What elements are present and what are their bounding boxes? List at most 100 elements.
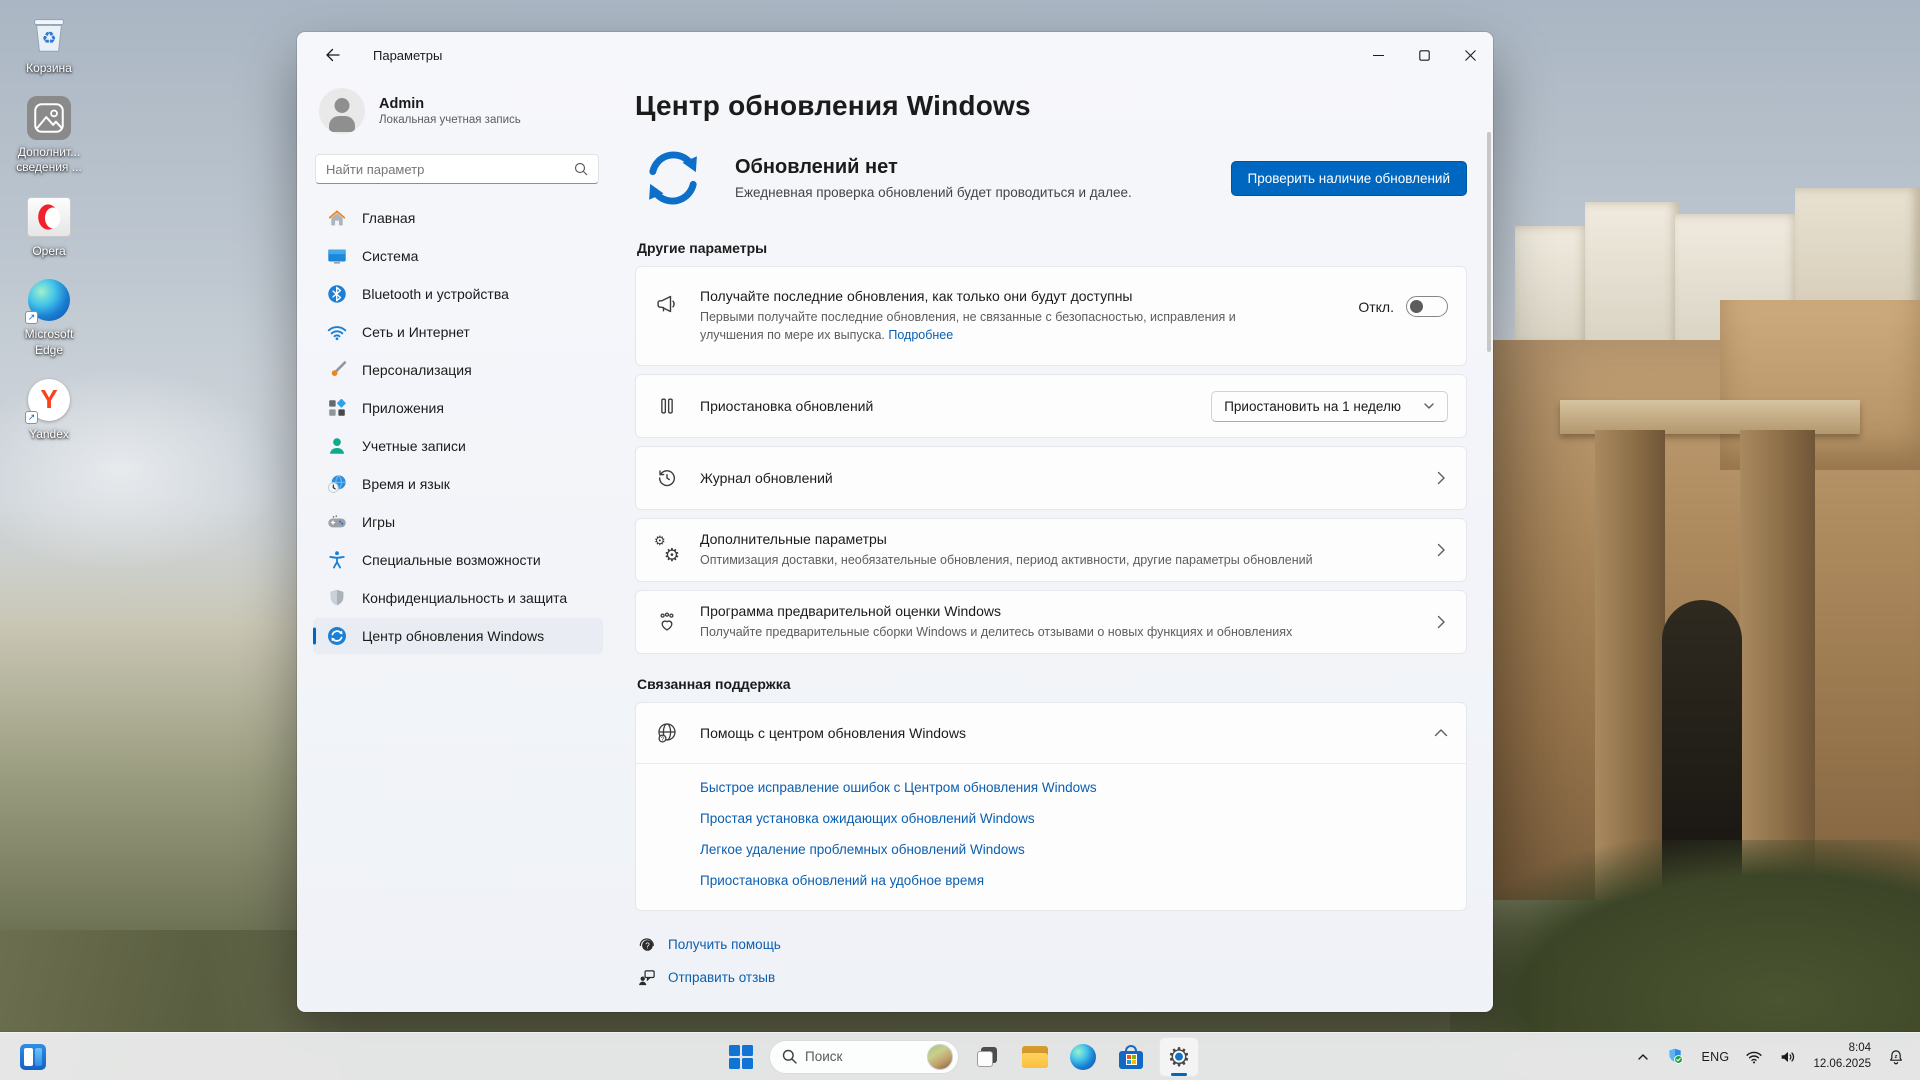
system-icon	[325, 245, 348, 268]
insider-program-icon	[654, 610, 680, 634]
update-status-subtext: Ежедневная проверка обновлений будет про…	[735, 185, 1203, 200]
card-pause-updates[interactable]: Приостановка обновлений Приостановить на…	[635, 374, 1467, 438]
card-update-history[interactable]: Журнал обновлений	[635, 446, 1467, 510]
edge-button[interactable]	[1063, 1037, 1103, 1077]
wifi-tray-icon[interactable]	[1738, 1037, 1770, 1077]
sidebar-item-label: Учетные записи	[362, 438, 466, 454]
globe-help-icon: ?	[654, 721, 680, 745]
help-expander-title: Помощь с центром обновления Windows	[700, 725, 1434, 741]
sidebar-item-accessibility[interactable]: Специальные возможности	[313, 542, 603, 578]
help-link[interactable]: Быстрое исправление ошибок с Центром обн…	[700, 780, 1448, 795]
sidebar-item-gaming[interactable]: Игры	[313, 504, 603, 540]
task-view-button[interactable]	[967, 1037, 1007, 1077]
support-footer: ? Получить помощь Отправить отзыв	[635, 935, 1467, 987]
section-label-other: Другие параметры	[637, 240, 1467, 256]
sidebar-item-system[interactable]: Система	[313, 238, 603, 274]
system-tray: ENG 8:04 12.06.2025 z	[1629, 1033, 1912, 1080]
apps-icon	[325, 397, 348, 420]
card-advanced-options[interactable]: ⚙ ⚙ Дополнительные параметры Оптимизация…	[635, 518, 1467, 582]
sidebar-item-apps[interactable]: Приложения	[313, 390, 603, 426]
sidebar-item-network-internet[interactable]: Сеть и Интернет	[313, 314, 603, 350]
windows-update-page: Центр обновления Windows Обновлений нет …	[615, 78, 1493, 1012]
opera-icon	[25, 193, 73, 241]
edge-icon: ↗	[25, 276, 73, 324]
card-description: Оптимизация доставки, необязательные обн…	[700, 551, 1434, 569]
help-link[interactable]: Простая установка ожидающих обновлений W…	[700, 811, 1448, 826]
card-title: Приостановка обновлений	[700, 398, 1211, 414]
close-button[interactable]	[1447, 32, 1493, 78]
file-explorer-button[interactable]	[1015, 1037, 1055, 1077]
desktop-icon-recycle-bin[interactable]: ♻ Корзина	[6, 10, 92, 77]
help-link[interactable]: Приостановка обновлений на удобное время	[700, 873, 1448, 888]
latest-updates-toggle[interactable]	[1406, 296, 1448, 317]
sidebar-item-personalization[interactable]: Персонализация	[313, 352, 603, 388]
card-description: Первыми получайте последние обновления, …	[700, 310, 1236, 342]
sidebar-item-label: Специальные возможности	[362, 552, 541, 568]
widgets-icon	[20, 1044, 46, 1070]
svg-text:?: ?	[661, 736, 665, 743]
desktop-icon-opera[interactable]: Opera	[6, 193, 92, 260]
wallpaper-bridge-deck	[1560, 400, 1860, 434]
start-button[interactable]	[721, 1037, 761, 1077]
minimize-button[interactable]	[1355, 32, 1401, 78]
tray-overflow-button[interactable]	[1629, 1037, 1657, 1077]
pause-duration-dropdown[interactable]: Приостановить на 1 неделю	[1211, 391, 1448, 422]
widgets-button[interactable]	[14, 1038, 52, 1076]
learn-more-link[interactable]: Подробнее	[888, 328, 953, 342]
window-scrollbar[interactable]	[1487, 132, 1491, 352]
user-name: Admin	[379, 96, 521, 112]
maximize-button[interactable]	[1401, 32, 1447, 78]
desktop-icon-label: Дополнит... сведения ...	[16, 145, 82, 176]
recycle-bin-icon: ♻	[25, 10, 73, 58]
get-help-link[interactable]: ? Получить помощь	[637, 935, 1467, 954]
notification-bell-button[interactable]: z	[1880, 1037, 1912, 1077]
settings-button[interactable]: ⚙	[1159, 1037, 1199, 1077]
windows-update-icon	[325, 625, 348, 648]
taskbar-search[interactable]: Поиск	[769, 1040, 959, 1074]
check-updates-button[interactable]: Проверить наличие обновлений	[1231, 161, 1467, 196]
yandex-icon: Y ↗	[25, 376, 73, 424]
sidebar-item-home[interactable]: Главная	[313, 200, 603, 236]
help-expander-header[interactable]: ? Помощь с центром обновления Windows	[636, 703, 1466, 763]
sidebar-item-accounts[interactable]: Учетные записи	[313, 428, 603, 464]
send-feedback-link[interactable]: Отправить отзыв	[637, 968, 1467, 987]
card-insider-program[interactable]: Программа предварительной оценки Windows…	[635, 590, 1467, 654]
clock[interactable]: 8:04 12.06.2025	[1806, 1037, 1878, 1077]
desktop-icon-yandex[interactable]: Y ↗ Yandex	[6, 376, 92, 443]
desktop-icon-additional-info[interactable]: Дополнит... сведения ...	[6, 94, 92, 176]
volume-tray-icon[interactable]	[1772, 1037, 1804, 1077]
gamepad-icon	[325, 511, 348, 534]
sidebar-item-label: Система	[362, 248, 418, 264]
search-highlight-image	[927, 1044, 953, 1070]
help-link[interactable]: Легкое удаление проблемных обновлений Wi…	[700, 842, 1448, 857]
bluetooth-icon	[325, 283, 348, 306]
chevron-up-icon	[1636, 1050, 1650, 1064]
sidebar-item-privacy-security[interactable]: Конфиденциальность и защита	[313, 580, 603, 616]
sidebar-item-label: Приложения	[362, 400, 444, 416]
search-icon	[782, 1049, 797, 1064]
windows-security-tray-icon[interactable]	[1659, 1037, 1692, 1077]
feedback-icon	[637, 968, 656, 987]
task-view-icon	[975, 1045, 999, 1069]
back-button[interactable]	[317, 40, 349, 70]
sidebar-item-windows-update[interactable]: Центр обновления Windows	[313, 618, 603, 654]
wallpaper-bridge-column	[1595, 430, 1665, 900]
desktop-icon-edge[interactable]: ↗ Microsoft Edge	[6, 276, 92, 358]
section-label-support: Связанная поддержка	[637, 676, 1467, 692]
get-help-label: Получить помощь	[668, 937, 781, 952]
page-title: Центр обновления Windows	[635, 90, 1467, 122]
account-header[interactable]: Admin Локальная учетная запись	[313, 82, 603, 154]
microsoft-store-button[interactable]	[1111, 1037, 1151, 1077]
account-icon	[325, 435, 348, 458]
desktop-icon-label: Корзина	[26, 61, 72, 77]
sidebar-item-label: Bluetooth и устройства	[362, 286, 509, 302]
sidebar-item-time-language[interactable]: Время и язык	[313, 466, 603, 502]
sidebar-item-label: Игры	[362, 514, 395, 530]
sidebar-item-bluetooth-devices[interactable]: Bluetooth и устройства	[313, 276, 603, 312]
taskbar: Поиск ⚙ ENG	[0, 1032, 1920, 1080]
sidebar-item-label: Персонализация	[362, 362, 472, 378]
language-indicator[interactable]: ENG	[1694, 1037, 1736, 1077]
megaphone-icon	[654, 292, 680, 316]
card-latest-updates[interactable]: Получайте последние обновления, как толь…	[635, 266, 1467, 366]
settings-search-input[interactable]: Найти параметр	[315, 154, 599, 184]
